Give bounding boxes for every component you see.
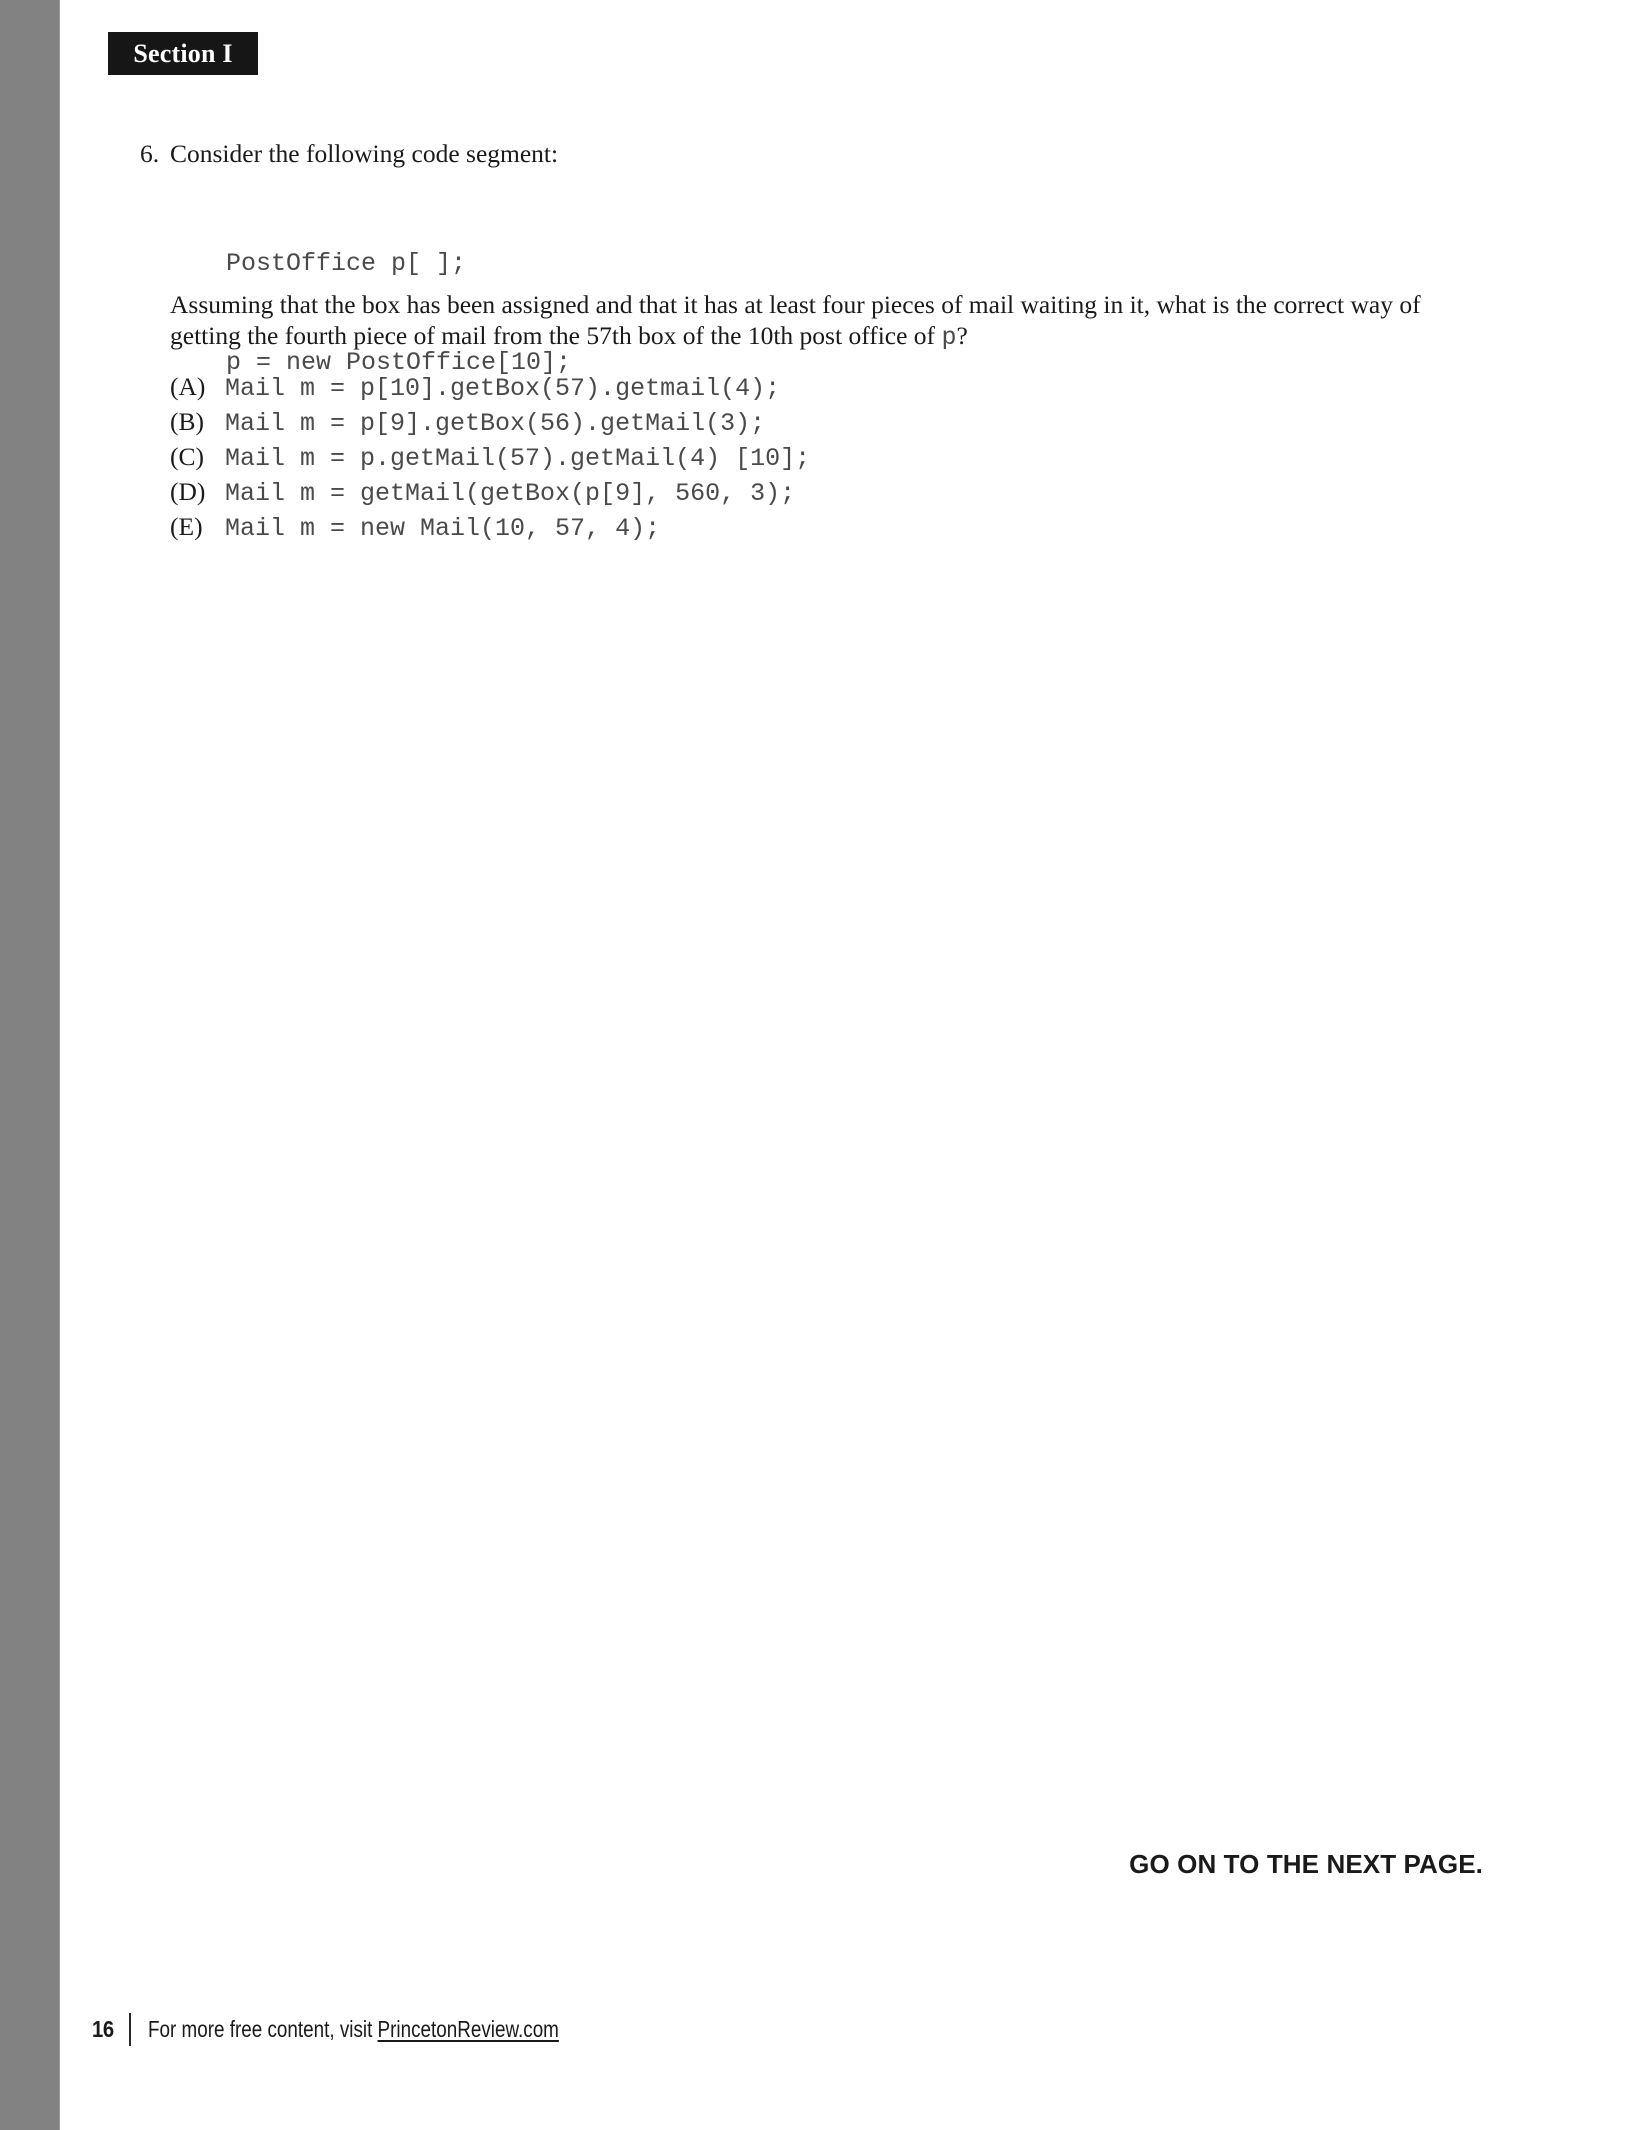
option-code: Mail m = new Mail(10, 57, 4); bbox=[225, 514, 661, 543]
footer-text-prefix: For more free content, visit bbox=[148, 2015, 378, 2042]
code-line: PostOffice p[ ]; bbox=[226, 249, 467, 278]
option-label: (B) bbox=[170, 407, 204, 436]
option-code: Mail m = getMail(getBox(p[9], 560, 3); bbox=[225, 479, 796, 508]
question-6: 6. Consider the following code segment: … bbox=[140, 139, 1500, 543]
answer-option-b[interactable]: (B) Mail m = p[9].getBox(56).getMail(3); bbox=[170, 404, 1470, 439]
page-side-bar bbox=[0, 0, 60, 2130]
question-body-text: Assuming that the box has been assigned … bbox=[170, 290, 1421, 350]
option-label: (E) bbox=[170, 512, 203, 541]
option-code: Mail m = p[10].getBox(57).getmail(4); bbox=[225, 374, 781, 403]
answer-options: (A) Mail m = p[10].getBox(57).getmail(4)… bbox=[170, 369, 1470, 544]
answer-option-e[interactable]: (E) Mail m = new Mail(10, 57, 4); bbox=[170, 509, 1470, 544]
option-label: (D) bbox=[170, 477, 206, 506]
option-label: (A) bbox=[170, 372, 206, 401]
question-body-end: ? bbox=[956, 320, 968, 350]
question-number: 6. bbox=[140, 139, 160, 168]
page-footer: 16 For more free content, visit Princeto… bbox=[92, 2012, 649, 2046]
question-inline-code: p bbox=[941, 322, 957, 352]
section-tag: Section I bbox=[108, 32, 258, 75]
answer-option-d[interactable]: (D) Mail m = getMail(getBox(p[9], 560, 3… bbox=[170, 474, 1470, 509]
option-code: Mail m = p.getMail(57).getMail(4) [10]; bbox=[225, 444, 811, 473]
answer-option-a[interactable]: (A) Mail m = p[10].getBox(57).getmail(4)… bbox=[170, 369, 1470, 404]
question-prompt: Consider the following code segment: bbox=[170, 139, 559, 168]
footer-divider bbox=[129, 2012, 131, 2046]
option-code: Mail m = p[9].getBox(56).getMail(3); bbox=[225, 409, 766, 438]
page-number: 16 bbox=[92, 2015, 114, 2042]
answer-option-c[interactable]: (C) Mail m = p.getMail(57).getMail(4) [1… bbox=[170, 439, 1470, 474]
question-header: 6. Consider the following code segment: bbox=[140, 139, 1500, 169]
princeton-review-link[interactable]: PrincetonReview.com bbox=[378, 2016, 559, 2042]
footer-text: For more free content, visit PrincetonRe… bbox=[148, 2016, 559, 2043]
option-label: (C) bbox=[170, 442, 204, 471]
question-body: Assuming that the box has been assigned … bbox=[170, 290, 1470, 353]
continue-notice: GO ON TO THE NEXT PAGE. bbox=[1129, 1849, 1483, 1879]
